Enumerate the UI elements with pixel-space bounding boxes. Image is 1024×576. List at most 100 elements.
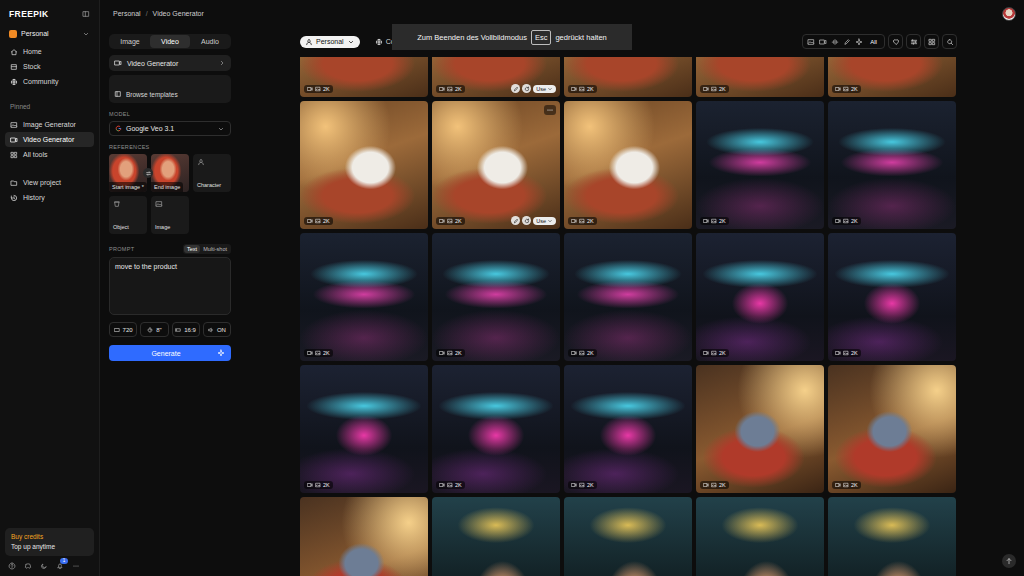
tile-badge: 2K xyxy=(436,217,465,225)
ratio-icon xyxy=(175,327,181,333)
model-value: Google Veo 3.1 xyxy=(126,125,213,132)
notifications-button[interactable]: 1 xyxy=(56,562,64,570)
sidebar-item[interactable]: Home xyxy=(5,44,94,59)
tile-more-button[interactable] xyxy=(544,105,556,115)
prompt-input[interactable]: move to the product xyxy=(109,257,231,315)
sidebar-item[interactable]: Video Generator xyxy=(5,132,94,147)
resolution-label: 2K xyxy=(323,482,330,488)
option-chip[interactable]: 8" xyxy=(140,322,168,337)
all-media-button[interactable]: All xyxy=(865,36,882,47)
generate-button[interactable]: Generate xyxy=(109,345,231,361)
use-button[interactable]: Use xyxy=(533,217,556,225)
tool-selector[interactable]: Video Generator xyxy=(109,55,231,71)
gallery-tile[interactable]: 2K xyxy=(696,233,824,361)
media-type-button[interactable] xyxy=(853,36,864,47)
gallery-tile[interactable]: 2K xyxy=(828,233,956,361)
reference-slot[interactable]: Object xyxy=(109,196,147,234)
reference-label: Start image * xyxy=(109,182,147,192)
edit-button[interactable] xyxy=(511,84,520,93)
gallery-tile[interactable]: 2K xyxy=(564,497,692,576)
media-type-button[interactable] xyxy=(829,36,840,47)
logo-row: FREEPIK xyxy=(5,9,94,19)
option-chip[interactable]: ON xyxy=(203,322,231,337)
gallery-tile[interactable]: 2K xyxy=(564,101,692,229)
sidebar-item[interactable]: History xyxy=(5,190,94,205)
scroll-top-button[interactable] xyxy=(1002,554,1016,568)
gallery-tile[interactable]: 2K xyxy=(300,57,428,97)
search-button[interactable] xyxy=(942,34,957,49)
sparkle-icon xyxy=(217,349,225,357)
gallery-tile[interactable]: 2K xyxy=(432,365,560,493)
sidebar-item[interactable]: Community xyxy=(5,74,94,89)
collapse-icon[interactable] xyxy=(82,10,90,18)
use-button[interactable]: Use xyxy=(533,85,556,93)
sidebar-item[interactable]: View project xyxy=(5,175,94,190)
gallery-tile[interactable]: 2K xyxy=(828,101,956,229)
gallery-tile[interactable]: 2K xyxy=(300,497,428,576)
mode-tab[interactable]: Image xyxy=(110,35,150,48)
tile-badge: 2K xyxy=(304,217,333,225)
media-type-button[interactable] xyxy=(805,36,816,47)
user-avatar[interactable] xyxy=(1002,7,1016,21)
workspace-switcher[interactable]: Personal xyxy=(5,27,94,40)
reference-slot[interactable]: Image xyxy=(151,196,189,234)
media-type-button[interactable] xyxy=(841,36,852,47)
sidebar-item[interactable]: Image Generator xyxy=(5,117,94,132)
image-icon xyxy=(579,350,585,356)
project-icon xyxy=(10,179,18,187)
gallery-tile[interactable]: 2K xyxy=(564,365,692,493)
gallery-tile[interactable]: 2KUse xyxy=(432,57,560,97)
gallery-tile[interactable]: 2K xyxy=(300,365,428,493)
buy-credits-card[interactable]: Buy creditsTop up anytime xyxy=(5,528,94,556)
pencil-icon xyxy=(843,38,851,46)
help-icon[interactable] xyxy=(8,562,16,570)
reference-slot[interactable]: Character xyxy=(193,154,231,192)
more-icon[interactable] xyxy=(72,562,80,570)
video-icon xyxy=(571,482,577,488)
breadcrumb-item[interactable]: Video Generator xyxy=(153,10,204,17)
media-type-button[interactable] xyxy=(817,36,828,47)
breadcrumb-item[interactable]: Personal xyxy=(113,10,141,17)
option-chip[interactable]: 720 xyxy=(109,322,137,337)
gallery-tile[interactable]: 2K xyxy=(432,233,560,361)
filters-button[interactable] xyxy=(906,34,921,49)
gallery-tile[interactable]: 2K xyxy=(696,497,824,576)
wave-icon xyxy=(831,38,839,46)
reference-slot[interactable]: Start image * xyxy=(109,154,147,192)
prompt-mode[interactable]: Multi-shot xyxy=(200,245,230,253)
gallery-tile[interactable]: 2K xyxy=(564,233,692,361)
mode-tab[interactable]: Audio xyxy=(190,35,230,48)
gallery-tile[interactable]: 2K xyxy=(696,57,824,97)
gallery-tile[interactable]: 2K xyxy=(696,101,824,229)
swap-button[interactable] xyxy=(143,168,153,178)
option-chip[interactable]: 16:9 xyxy=(172,322,200,337)
regenerate-button[interactable] xyxy=(522,216,531,225)
pencil-icon xyxy=(513,86,519,92)
grid-view-button[interactable] xyxy=(924,34,939,49)
gallery-tile[interactable]: 2K xyxy=(828,365,956,493)
tile-badge: 2K xyxy=(304,349,333,357)
gallery-tile[interactable]: 2K xyxy=(564,57,692,97)
gallery-tile[interactable]: 2K xyxy=(300,233,428,361)
prompt-mode[interactable]: Text xyxy=(184,245,200,253)
freepik-logo[interactable]: FREEPIK xyxy=(9,9,49,19)
gallery-tile[interactable]: 2K Use xyxy=(432,101,560,229)
reference-slot[interactable]: End image xyxy=(151,154,189,192)
gallery-tile[interactable]: 2K xyxy=(828,497,956,576)
favorites-button[interactable] xyxy=(888,34,903,49)
gallery-tile[interactable]: 2K xyxy=(828,57,956,97)
toast-text: gedrückt halten xyxy=(555,33,606,42)
gallery-tile[interactable]: 2K xyxy=(432,497,560,576)
sidebar-item[interactable]: Stock xyxy=(5,59,94,74)
mode-tab[interactable]: Video xyxy=(150,35,190,48)
discord-icon[interactable] xyxy=(24,562,32,570)
browse-templates-card[interactable]: Browse templates xyxy=(109,75,231,103)
model-select[interactable]: Google Veo 3.1 xyxy=(109,121,231,136)
scope-pill[interactable]: Personal xyxy=(300,36,360,48)
gallery-tile[interactable]: 2K xyxy=(696,365,824,493)
moon-icon[interactable] xyxy=(40,562,48,570)
edit-button[interactable] xyxy=(511,216,520,225)
sidebar-item[interactable]: All tools xyxy=(5,147,94,162)
regenerate-button[interactable] xyxy=(522,84,531,93)
gallery-tile[interactable]: 2K xyxy=(300,101,428,229)
